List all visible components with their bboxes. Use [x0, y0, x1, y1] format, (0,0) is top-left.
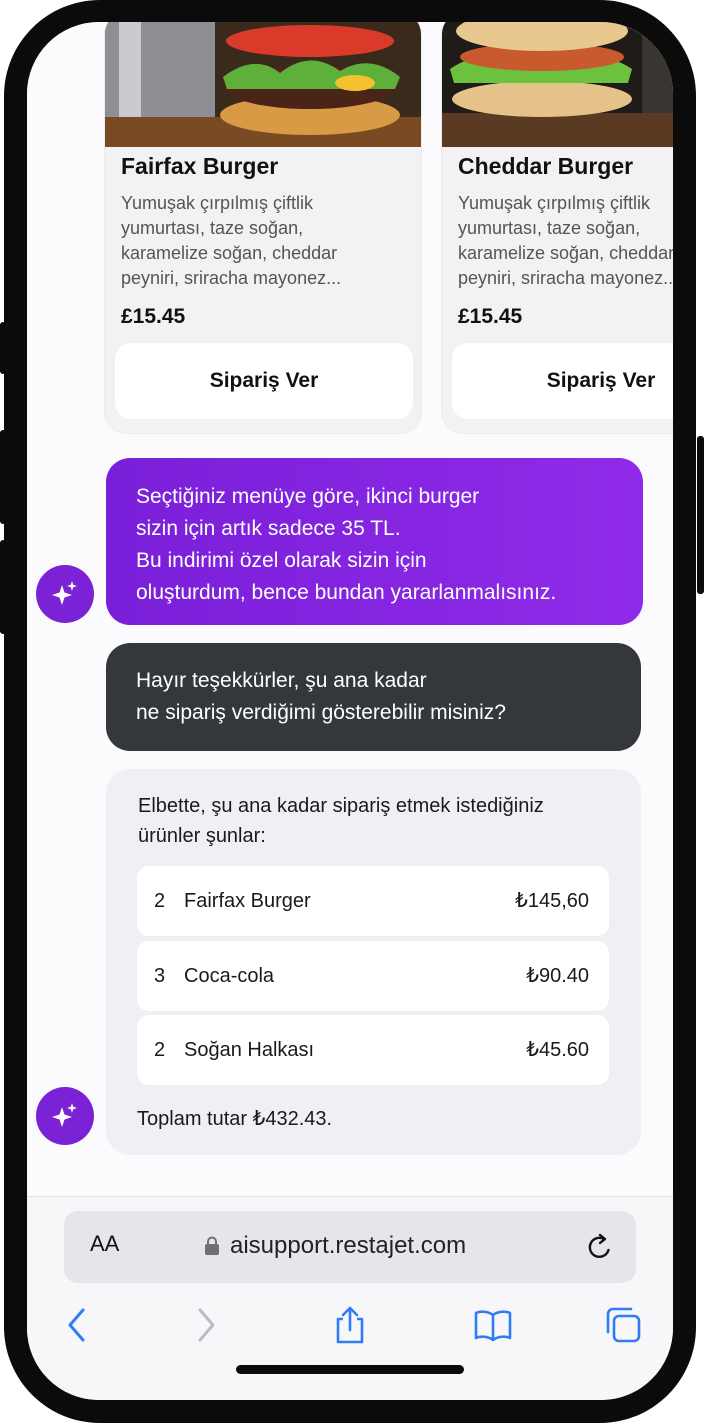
- description-line: yumurtası, taze soğan,: [121, 218, 304, 238]
- item-quantity: 2: [154, 1039, 166, 1061]
- item-name: Fairfax Burger: [184, 890, 311, 912]
- item-price: ₺90.40: [526, 965, 589, 987]
- browser-bar: AA aisupport.restajet.com: [27, 1196, 673, 1400]
- summary-intro: Elbette, şu ana kadar sipariş etmek iste…: [138, 791, 609, 851]
- tabs-icon: [606, 1307, 641, 1343]
- volume-up-button: [0, 430, 6, 524]
- browser-toolbar: [27, 1305, 673, 1345]
- bot-message-order-summary: Elbette, şu ana kadar sipariş etmek iste…: [106, 769, 641, 1155]
- address-bar[interactable]: AA aisupport.restajet.com: [64, 1211, 636, 1283]
- silent-switch: [0, 322, 6, 374]
- product-description: Yumuşak çırpılmış çiftlik yumurtası, taz…: [121, 191, 421, 291]
- description-line: karamelize soğan, cheddar: [458, 243, 673, 263]
- message-line: Hayır teşekkürler, şu ana kadar: [136, 669, 427, 692]
- order-item-row: 2 Soğan Halkası ₺45.60: [137, 1015, 609, 1085]
- product-title: Fairfax Burger: [121, 153, 279, 179]
- description-line: Yumuşak çırpılmış çiftlik: [458, 193, 651, 213]
- chat-area[interactable]: Fairfax Burger Yumuşak çırpılmış çiftlik…: [27, 22, 673, 1196]
- order-button[interactable]: Sipariş Ver: [115, 343, 413, 419]
- message-line: oluşturdum, bence bundan yararlanmalısın…: [136, 581, 557, 604]
- burger-image: [105, 22, 421, 147]
- message-line: Elbette, şu ana kadar sipariş etmek iste…: [138, 795, 544, 817]
- item-price: ₺145,60: [515, 890, 589, 912]
- description-line: peyniri, sriracha mayonez...: [121, 268, 342, 288]
- bookmarks-icon: [474, 1310, 512, 1342]
- reload-icon: [588, 1233, 610, 1258]
- assistant-avatar: [36, 565, 94, 623]
- back-icon: [68, 1308, 85, 1342]
- bookmarks-button[interactable]: [473, 1305, 513, 1345]
- share-icon: [336, 1306, 364, 1344]
- message-line: Bu indirimi özel olarak sizin için: [136, 549, 427, 572]
- product-price: £15.45: [121, 305, 186, 328]
- item-price: ₺45.60: [526, 1039, 589, 1061]
- share-button[interactable]: [330, 1305, 370, 1345]
- product-description: Yumuşak çırpılmış çiftlik yumurtası, taz…: [458, 191, 673, 291]
- reload-button[interactable]: [584, 1231, 616, 1263]
- home-indicator[interactable]: [236, 1365, 464, 1374]
- lock-icon: [205, 1236, 219, 1255]
- sparkle-icon: [52, 1103, 77, 1127]
- volume-down-button: [0, 540, 6, 634]
- url-display[interactable]: aisupport.restajet.com: [204, 1232, 466, 1260]
- product-card: Cheddar Burger Yumuşak çırpılmış çiftlik…: [441, 22, 673, 434]
- tabs-button[interactable]: [603, 1305, 643, 1345]
- message-line: ne sipariş verdiğimi gösterebilir misini…: [136, 701, 506, 724]
- message-line: ürünler şunlar:: [138, 825, 266, 847]
- message-line: Seçtiğiniz menüye göre, ikinci burger: [136, 485, 480, 508]
- order-item-row: 3 Coca-cola ₺90.40: [137, 941, 609, 1011]
- forward-icon: [198, 1308, 215, 1342]
- order-button[interactable]: Sipariş Ver: [452, 343, 673, 419]
- item-name: Coca-cola: [184, 965, 275, 987]
- forward-button[interactable]: [186, 1305, 226, 1345]
- product-price: £15.45: [458, 305, 523, 328]
- message-line: sizin için artık sadece 35 TL.: [136, 517, 401, 540]
- phone-screen: Fairfax Burger Yumuşak çırpılmış çiftlik…: [27, 22, 673, 1400]
- user-message: Hayır teşekkürler, şu ana kadar ne sipar…: [106, 643, 641, 751]
- burger-image: [442, 22, 673, 147]
- item-quantity: 3: [154, 965, 166, 987]
- sparkle-icon: [52, 581, 77, 605]
- bot-message-offer: Seçtiğiniz menüye göre, ikinci burger si…: [106, 458, 643, 625]
- assistant-avatar: [36, 1087, 94, 1145]
- power-button: [697, 436, 704, 594]
- description-line: peyniri, sriracha mayonez...: [458, 268, 673, 288]
- text-size-button[interactable]: AA: [90, 1231, 119, 1257]
- item-name: Soğan Halkası: [184, 1039, 315, 1061]
- product-card: Fairfax Burger Yumuşak çırpılmış çiftlik…: [104, 22, 422, 434]
- product-title: Cheddar Burger: [458, 153, 634, 179]
- url-text: aisupport.restajet.com: [230, 1232, 467, 1259]
- description-line: Yumuşak çırpılmış çiftlik: [121, 193, 314, 213]
- back-button[interactable]: [57, 1305, 97, 1345]
- description-line: yumurtası, taze soğan,: [458, 218, 641, 238]
- order-total: Toplam tutar ₺432.43.: [137, 1108, 333, 1130]
- item-quantity: 2: [154, 890, 166, 912]
- order-item-row: 2 Fairfax Burger ₺145,60: [137, 866, 609, 936]
- description-line: karamelize soğan, cheddar: [121, 243, 338, 263]
